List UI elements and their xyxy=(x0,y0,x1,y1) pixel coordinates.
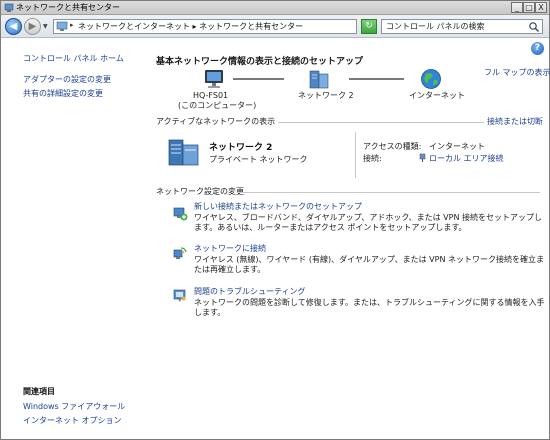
window-title: ネットワークと共有センター xyxy=(16,3,120,12)
control-panel-icon xyxy=(56,21,68,31)
connection-label: 接続: xyxy=(363,154,382,163)
connect-disconnect-link[interactable]: 接続または切断 xyxy=(487,117,543,127)
minimize-button[interactable]: _ xyxy=(511,2,523,13)
refresh-button[interactable]: ↻ xyxy=(361,19,377,34)
change-settings-heading: ネットワーク設定の変更 xyxy=(156,187,244,196)
map-connection-line xyxy=(233,78,284,80)
back-button[interactable]: ◀ xyxy=(5,18,22,35)
ethernet-icon xyxy=(419,153,426,162)
sidebar-link-control-panel-home[interactable]: コントロール パネル ホーム xyxy=(23,54,124,64)
local-area-connection-link[interactable]: ローカル エリア接続 xyxy=(429,154,504,164)
full-map-link[interactable]: フル マップの表示 xyxy=(484,68,550,78)
access-type-label: アクセスの種類: xyxy=(363,142,422,151)
new-connection-link[interactable]: 新しい接続またはネットワークのセットアップ xyxy=(194,202,362,212)
active-network-name[interactable]: ネットワーク 2 xyxy=(209,143,272,154)
connect-network-link[interactable]: ネットワークに接続 xyxy=(194,244,266,254)
address-path[interactable]: ネットワークとインターネット ▸ ネットワークと共有センター xyxy=(78,21,303,32)
network-center-icon xyxy=(4,3,14,12)
section-divider xyxy=(278,122,484,123)
map-connection-line xyxy=(349,78,404,80)
vertical-divider xyxy=(355,132,356,178)
sidebar-link-adapter-settings[interactable]: アダプターの設定の変更 xyxy=(23,75,111,85)
computer-icon[interactable] xyxy=(202,69,226,89)
connect-network-description: ワイヤレス (無線)、ワイヤード (有線)、ダイヤルアップ、または VPN ネッ… xyxy=(194,255,544,274)
active-network-type[interactable]: プライベート ネットワーク xyxy=(209,155,308,165)
connect-network-icon[interactable] xyxy=(172,245,188,261)
sidebar-link-internet-options[interactable]: インターネット オプション xyxy=(23,416,122,426)
address-toolbar: ◀ ▶ ▼ ▸ ネットワークとインターネット ▸ ネットワークと共有センター ▼… xyxy=(1,15,549,38)
sidebar: コントロール パネル ホーム アダプターの設定の変更 共有の詳細設定の変更 関連… xyxy=(2,39,142,439)
active-networks-heading: アクティブなネットワークの表示 xyxy=(156,117,276,126)
close-button[interactable]: X xyxy=(535,2,547,13)
title-bar[interactable]: ネットワークと共有センター _ □ X xyxy=(1,1,549,15)
globe-icon[interactable] xyxy=(420,68,442,90)
search-icon[interactable] xyxy=(528,21,540,33)
access-type-value: インターネット xyxy=(429,142,485,151)
search-placeholder: コントロール パネルの検索 xyxy=(386,22,485,31)
main-content: 基本ネットワーク情報の表示と接続のセットアップ フル マップの表示 HQ-FS0… xyxy=(156,39,550,439)
network-icon[interactable] xyxy=(167,137,201,167)
map-internet-label: インターネット xyxy=(409,91,465,100)
address-box[interactable]: ▸ ネットワークとインターネット ▸ ネットワークと共有センター ▼ xyxy=(53,19,404,35)
computer-name: HQ-FS01 xyxy=(193,91,229,100)
maximize-button[interactable]: □ xyxy=(523,2,535,13)
sidebar-link-firewall[interactable]: Windows ファイアウォール xyxy=(23,402,125,412)
network-icon[interactable] xyxy=(307,68,331,90)
recent-pages-dropdown[interactable]: ▼ xyxy=(43,23,48,30)
map-network-label: ネットワーク 2 xyxy=(298,91,354,100)
related-heading: 関連項目 xyxy=(23,387,55,396)
section-divider xyxy=(238,192,540,193)
sidebar-link-advanced-sharing[interactable]: 共有の詳細設定の変更 xyxy=(23,89,103,99)
path-chevron-icon[interactable]: ▸ xyxy=(70,21,74,29)
network-sharing-center-window: ネットワークと共有センター _ □ X ◀ ▶ ▼ ▸ ネットワークとインターネ… xyxy=(0,0,550,440)
forward-button[interactable]: ▶ xyxy=(24,18,41,35)
troubleshoot-icon[interactable] xyxy=(172,287,188,303)
search-input[interactable]: コントロール パネルの検索 xyxy=(381,19,543,34)
troubleshoot-description: ネットワークの問題を診断して修復します。または、トラブルシューティングに関する情… xyxy=(194,298,545,317)
troubleshoot-link[interactable]: 問題のトラブルシューティング xyxy=(194,287,306,297)
new-connection-description: ワイヤレス、ブロードバンド、ダイヤルアップ、アドホック、または VPN 接続をセ… xyxy=(194,213,543,232)
page-title: 基本ネットワーク情報の表示と接続のセットアップ xyxy=(156,57,364,67)
new-connection-icon[interactable] xyxy=(172,205,188,221)
computer-subtitle: (このコンピューター) xyxy=(178,101,257,110)
